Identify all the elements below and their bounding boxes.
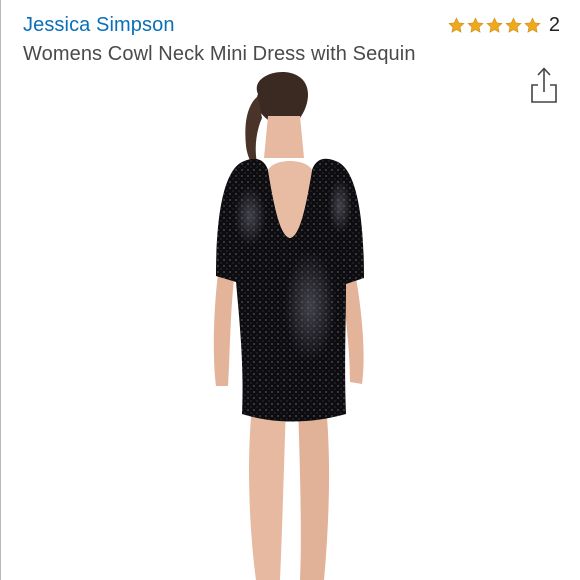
review-count: 2 [548,14,560,36]
star-icon [505,17,522,33]
product-title: Womens Cowl Neck Mini Dress with Sequin [23,43,416,65]
star-icon [524,17,541,33]
star-rating [448,17,541,34]
left-divider [0,0,1,580]
rating[interactable]: 2 [448,14,560,37]
brand-link[interactable]: Jessica Simpson [23,14,175,37]
product-photo [213,72,364,580]
star-icon [486,17,503,33]
star-icon [467,17,484,33]
share-icon[interactable] [530,66,558,104]
star-icon [448,17,465,33]
